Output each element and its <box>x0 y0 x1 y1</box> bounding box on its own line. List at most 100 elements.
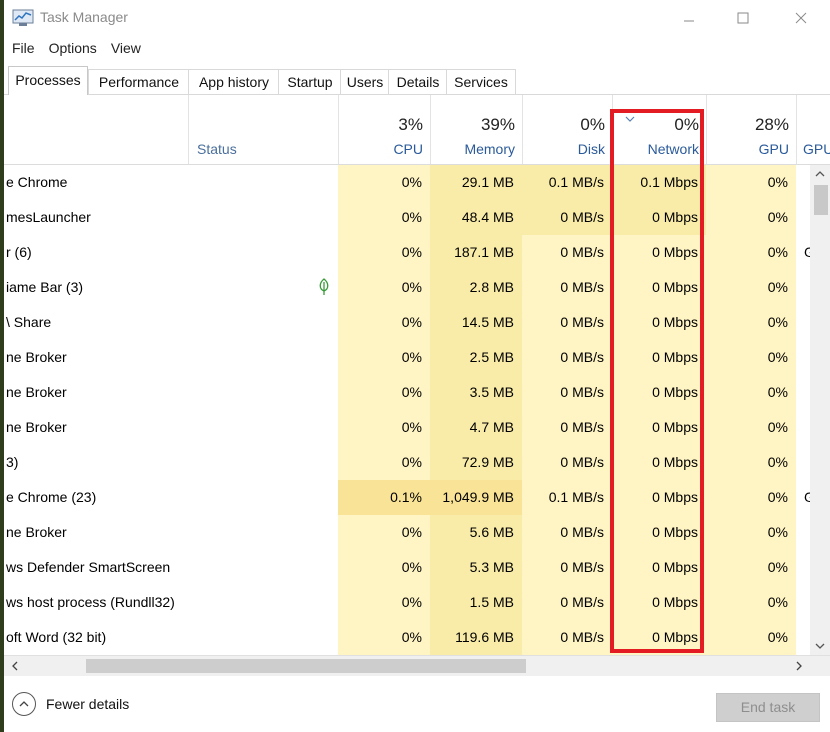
cell-disk: 0 MB/s <box>522 410 612 445</box>
vertical-scroll-thumb[interactable] <box>814 185 828 215</box>
cell-network: 0 Mbps <box>612 270 706 305</box>
cell-disk: 0 MB/s <box>522 375 612 410</box>
cell-gpu2 <box>796 585 810 620</box>
table-row[interactable]: 3) 0% 72.9 MB 0 MB/s 0 Mbps 0% <box>4 445 810 480</box>
table-row[interactable]: ne Broker 0% 3.5 MB 0 MB/s 0 Mbps 0% <box>4 375 810 410</box>
title-bar: Task Manager <box>4 0 830 36</box>
cell-gpu: 0% <box>706 515 796 550</box>
scroll-right-button[interactable] <box>790 656 808 676</box>
column-status-label: Status <box>197 141 237 157</box>
disk-total: 0% <box>580 115 605 134</box>
tab-app-history[interactable]: App history <box>188 69 280 94</box>
table-row[interactable]: e Chrome (23) 0.1% 1,049.9 MB 0.1 MB/s 0 Mbp… <box>4 480 810 515</box>
close-button[interactable] <box>786 4 816 32</box>
column-cpu-label: CPU <box>393 141 423 157</box>
table-row[interactable]: e Chrome 0% 29.1 MB 0.1 MB/s 0.1 Mbps 0% <box>4 165 810 200</box>
end-task-button[interactable]: End task <box>716 693 820 722</box>
cell-memory: 5.6 MB <box>430 515 522 550</box>
process-name: ne Broker <box>6 384 67 400</box>
cell-network: 0 Mbps <box>612 550 706 585</box>
process-name: ne Broker <box>6 349 67 365</box>
menu-view[interactable]: View <box>111 38 141 60</box>
menu-file[interactable]: File <box>12 38 35 60</box>
tab-performance[interactable]: Performance <box>88 69 190 94</box>
process-name: 3) <box>6 454 19 470</box>
cell-memory: 4.7 MB <box>430 410 522 445</box>
process-name: oft Word (32 bit) <box>6 629 107 645</box>
process-name: iame Bar (3) <box>6 279 84 295</box>
cell-network: 0 Mbps <box>612 620 706 655</box>
cell-disk: 0 MB/s <box>522 585 612 620</box>
tab-startup[interactable]: Startup <box>278 69 342 94</box>
cell-gpu: 0% <box>706 305 796 340</box>
network-total: 0% <box>674 115 699 134</box>
horizontal-scrollbar[interactable] <box>4 655 830 676</box>
table-row[interactable]: ws host process (Rundll32) 0% 1.5 MB 0 MB/s… <box>4 585 810 620</box>
column-gpu-engine[interactable]: GPU <box>796 95 830 164</box>
table-row[interactable]: ne Broker 0% 5.6 MB 0 MB/s 0 Mbps 0% <box>4 515 810 550</box>
chevron-down-icon <box>815 643 825 649</box>
table-row[interactable]: r (6) 0% 187.1 MB 0 MB/s 0 Mbps 0% G <box>4 235 810 270</box>
cell-disk: 0.1 MB/s <box>522 480 612 515</box>
table-row[interactable]: \ Share 0% 14.5 MB 0 MB/s 0 Mbps 0% <box>4 305 810 340</box>
table-row[interactable]: oft Word (32 bit) 0% 119.6 MB 0 MB/s 0 Mbps 0… <box>4 620 810 655</box>
process-name: ne Broker <box>6 419 67 435</box>
vertical-scrollbar[interactable] <box>810 165 830 655</box>
cell-disk: 0 MB/s <box>522 270 612 305</box>
maximize-button[interactable] <box>728 4 758 32</box>
minimize-button[interactable] <box>674 4 704 32</box>
cell-memory: 2.8 MB <box>430 270 522 305</box>
cell-network: 0 Mbps <box>612 235 706 270</box>
window-title: Task Manager <box>40 9 128 25</box>
process-name: ws Defender SmartScreen <box>6 559 171 575</box>
gpu-total: 28% <box>754 115 789 134</box>
cell-disk: 0 MB/s <box>522 200 612 235</box>
table-row[interactable]: ne Broker 0% 4.7 MB 0 MB/s 0 Mbps 0% <box>4 410 810 445</box>
cell-memory: 3.5 MB <box>430 375 522 410</box>
table-row[interactable]: iame Bar (3) 0% 2.8 MB 0 MB/s 0 Mbps 0% <box>4 270 810 305</box>
cell-gpu: 0% <box>706 235 796 270</box>
column-disk-label: Disk <box>577 141 605 157</box>
scroll-down-button[interactable] <box>810 637 830 655</box>
column-gpu[interactable]: 28% GPU <box>706 95 797 164</box>
task-manager-icon <box>12 9 34 26</box>
memory-total: 39% <box>480 115 515 134</box>
column-network-label: Network <box>647 141 699 157</box>
cell-cpu: 0% <box>338 165 430 200</box>
table-row[interactable]: mesLauncher 0% 48.4 MB 0 MB/s 0 Mbps 0% <box>4 200 810 235</box>
table-row[interactable]: ne Broker 0% 2.5 MB 0 MB/s 0 Mbps 0% <box>4 340 810 375</box>
fewer-details-label: Fewer details <box>46 696 130 712</box>
menu-options[interactable]: Options <box>49 38 97 60</box>
cell-gpu: 0% <box>706 445 796 480</box>
chevron-right-icon <box>796 661 802 671</box>
scroll-left-button[interactable] <box>6 656 24 676</box>
fewer-details-button[interactable]: Fewer details <box>12 692 129 716</box>
tab-users[interactable]: Users <box>340 69 390 94</box>
cell-cpu: 0.1% <box>338 480 430 515</box>
cell-cpu: 0% <box>338 550 430 585</box>
cell-network: 0 Mbps <box>612 515 706 550</box>
cell-network: 0 Mbps <box>612 200 706 235</box>
column-cpu[interactable]: 3% CPU <box>338 95 431 164</box>
cell-cpu: 0% <box>338 515 430 550</box>
tab-services[interactable]: Services <box>446 69 516 94</box>
cell-cpu: 0% <box>338 445 430 480</box>
tab-processes[interactable]: Processes <box>8 66 88 95</box>
column-disk[interactable]: 0% Disk <box>522 95 613 164</box>
cell-gpu2 <box>796 410 810 445</box>
process-list: e Chrome 0% 29.1 MB 0.1 MB/s 0.1 Mbps 0% mesLa… <box>4 165 810 655</box>
cell-memory: 72.9 MB <box>430 445 522 480</box>
scroll-up-button[interactable] <box>810 165 830 183</box>
cell-network: 0 Mbps <box>612 480 706 515</box>
cell-gpu2 <box>796 375 810 410</box>
column-status[interactable]: Status <box>188 95 339 164</box>
cell-memory: 48.4 MB <box>430 200 522 235</box>
horizontal-scroll-thumb[interactable] <box>86 659 526 673</box>
chevron-down-icon <box>625 116 635 122</box>
column-network[interactable]: 0% Network <box>612 95 707 164</box>
menu-bar: File Options View <box>4 38 147 60</box>
tab-details[interactable]: Details <box>388 69 448 94</box>
column-memory[interactable]: 39% Memory <box>430 95 523 164</box>
table-row[interactable]: ws Defender SmartScreen 0% 5.3 MB 0 MB/s 0 M… <box>4 550 810 585</box>
maximize-icon <box>737 12 749 24</box>
